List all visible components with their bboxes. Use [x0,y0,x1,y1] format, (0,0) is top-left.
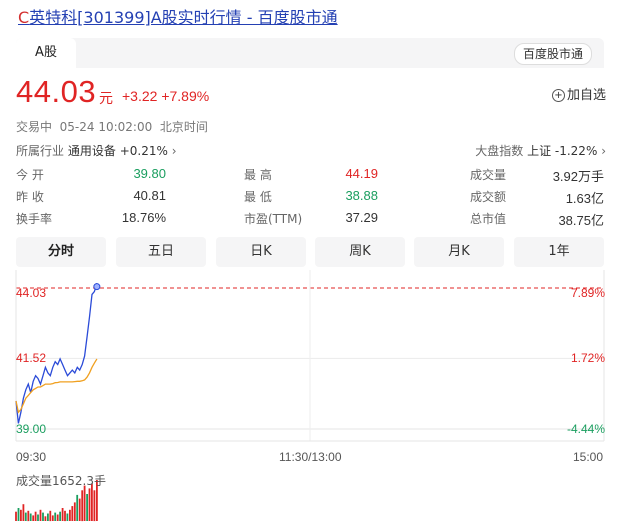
volume-bar [24,512,27,521]
volume-bar [86,494,88,521]
volume-bar [91,483,93,521]
volume-bar [39,509,42,521]
volume-bar [17,508,20,521]
volume-bar [61,508,64,521]
x-label-midday: 11:30/13:00 [279,450,342,464]
volume-bar [29,513,32,521]
volume-bar [54,512,57,521]
volume-bar [47,513,49,521]
current-point-marker [93,283,101,291]
volume-bar [66,513,69,521]
y-label-mid: 41.52 [16,351,47,365]
volume-bar [59,511,61,521]
volume-bar [83,485,86,521]
volume-bar [71,506,74,521]
volume-bar [27,510,30,522]
volume-bar [34,511,37,521]
volume-bar [56,514,59,521]
volume-bar [20,509,22,521]
x-label-open: 09:30 [16,450,47,464]
y-label-high: 44.03 [16,286,47,300]
volume-bar [42,512,44,521]
volume-bar [44,516,47,521]
y-label-low: 39.00 [16,422,47,436]
volume-bar [64,510,66,522]
volume-bar [88,488,91,521]
volume-bar [49,510,52,522]
volume-bar [69,509,71,521]
volume-bar [51,515,54,521]
x-label-close: 15:00 [573,450,604,464]
volume-bar [73,502,76,521]
volume-bar [93,490,96,522]
volume-bar [15,511,17,521]
volume-bar [81,490,84,522]
y-right-label-mid: 1.72% [570,351,605,365]
volume-bar [32,515,35,521]
volume-bar [22,504,25,521]
volume-bar [76,494,79,521]
volume-bar [78,498,81,521]
volume-readout: 成交量1652.3手 [16,474,106,488]
y-right-label-high: 7.89% [570,286,605,300]
volume-bar [37,514,39,521]
y-right-label-low: -4.44% [566,422,605,436]
